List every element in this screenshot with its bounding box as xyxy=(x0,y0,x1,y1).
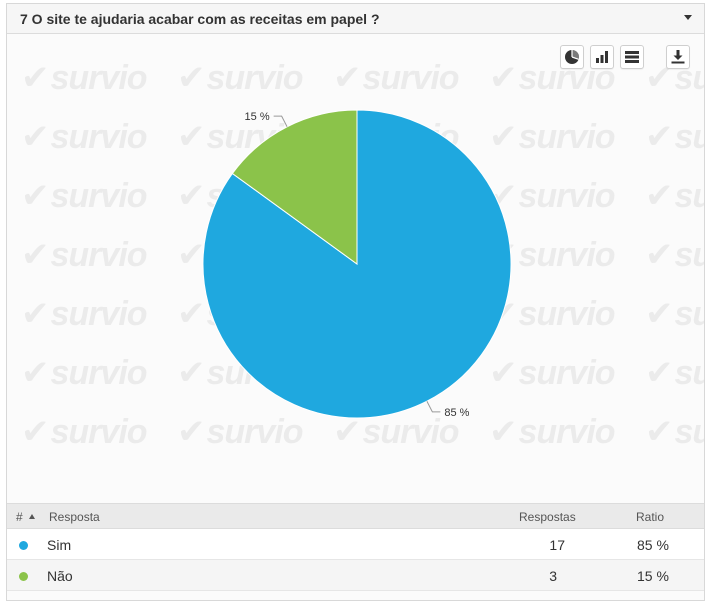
header-answer[interactable]: Resposta xyxy=(49,510,100,524)
table-header: # Resposta Respostas Ratio xyxy=(7,503,704,529)
color-dot xyxy=(19,572,28,581)
row-answer: Sim xyxy=(47,537,72,553)
pie-chart-icon xyxy=(565,50,579,64)
download-button[interactable] xyxy=(666,45,690,69)
table-row: Não 3 15 % xyxy=(7,560,704,591)
answers-table: # Resposta Respostas Ratio Sim 17 85 % N… xyxy=(7,503,704,591)
pie-chart: 85 % 15 % xyxy=(202,109,512,419)
header-number[interactable]: # xyxy=(16,510,23,524)
slice-label-connector xyxy=(273,115,288,128)
sort-ascending-icon[interactable] xyxy=(29,514,35,519)
chevron-down-icon[interactable] xyxy=(684,15,692,20)
row-ratio: 85 % xyxy=(637,537,669,553)
slice-label: 15 % xyxy=(245,111,270,123)
bar-chart-button[interactable] xyxy=(590,45,614,69)
table-row: Sim 17 85 % xyxy=(7,529,704,560)
color-dot xyxy=(19,541,28,550)
row-count: 17 xyxy=(549,537,565,553)
download-icon xyxy=(671,50,685,64)
row-count: 3 xyxy=(549,568,557,584)
slice-label-connector xyxy=(426,400,441,413)
row-answer: Não xyxy=(47,568,73,584)
row-ratio: 15 % xyxy=(637,568,669,584)
question-title: 7 O site te ajudaria acabar com as recei… xyxy=(20,10,380,27)
header-count[interactable]: Respostas xyxy=(519,510,576,524)
pie-chart-button[interactable] xyxy=(560,45,584,69)
table-view-button[interactable] xyxy=(620,45,644,69)
slice-label: 85 % xyxy=(444,407,469,419)
question-panel: 7 O site te ajudaria acabar com as recei… xyxy=(6,3,705,601)
chart-toolbar xyxy=(554,45,690,69)
header-ratio[interactable]: Ratio xyxy=(636,510,664,524)
bar-chart-icon xyxy=(596,51,608,63)
table-view-icon xyxy=(625,51,639,63)
question-header[interactable]: 7 O site te ajudaria acabar com as recei… xyxy=(7,4,704,34)
